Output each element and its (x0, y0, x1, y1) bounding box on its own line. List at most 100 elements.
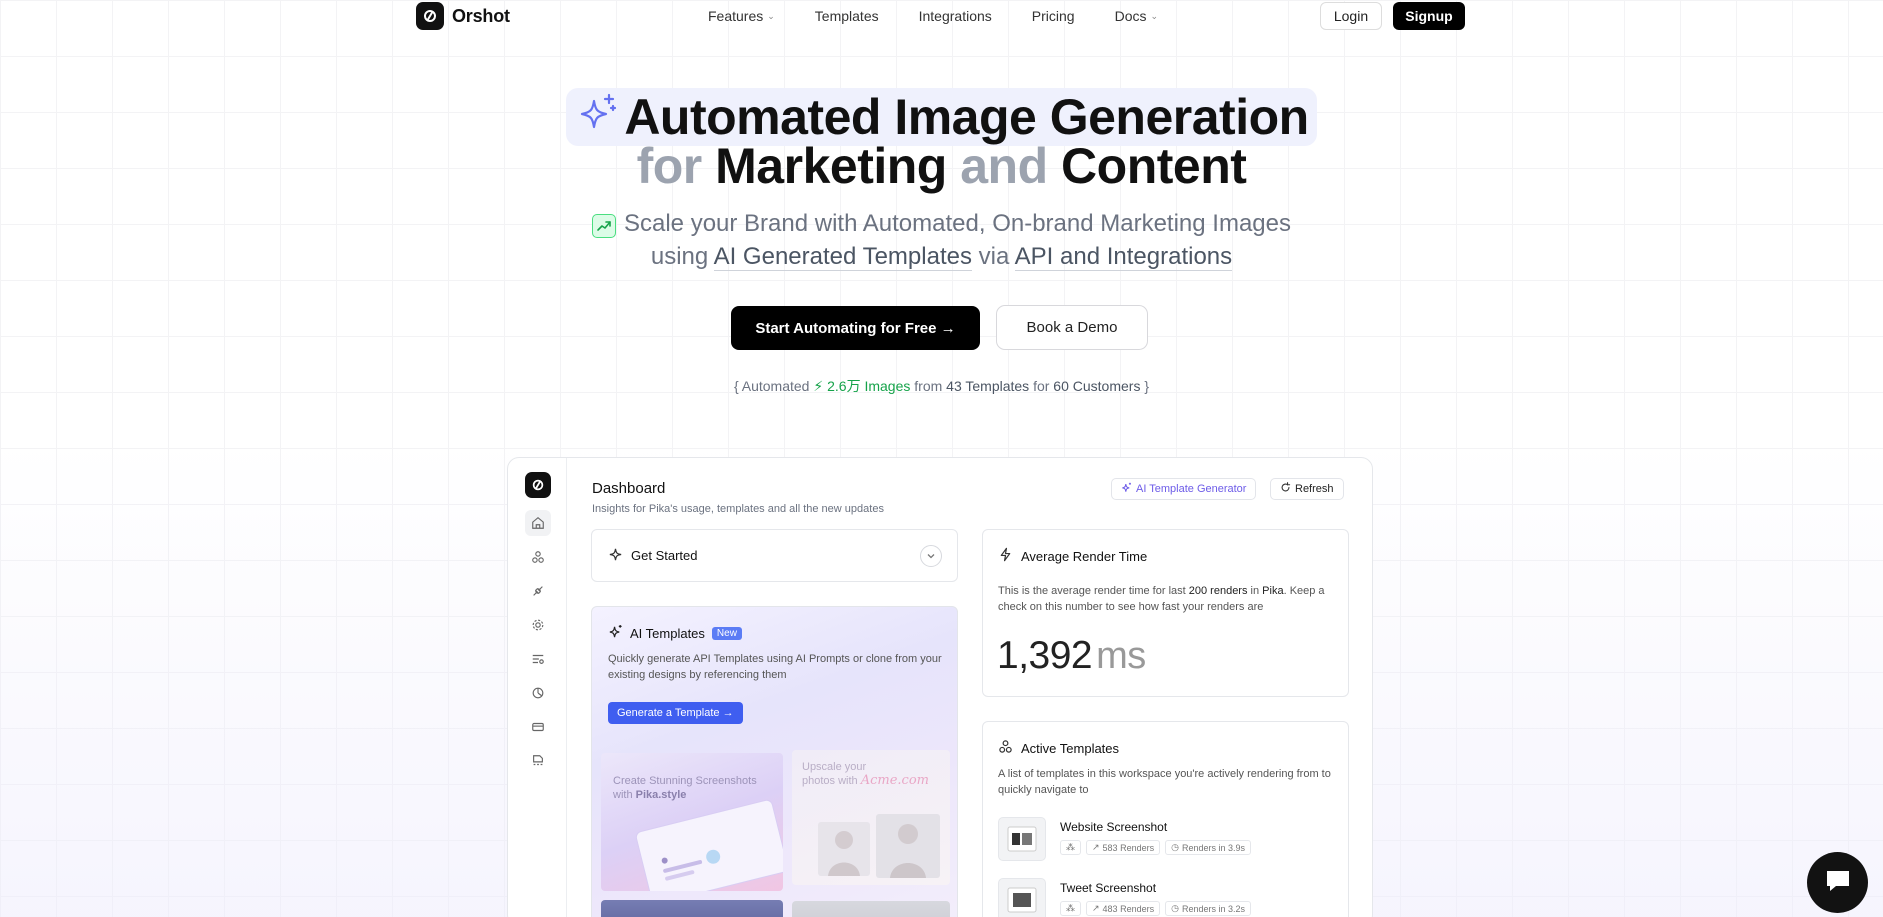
clock-icon: ◷ (1171, 903, 1179, 913)
active-templates-title: Active Templates (1021, 740, 1120, 756)
billing-card-icon[interactable] (525, 714, 551, 740)
render-time-unit: ms (1096, 635, 1146, 677)
signup-button[interactable]: Signup (1393, 2, 1465, 30)
template-thumbnail (998, 878, 1046, 917)
template-name: Tweet Screenshot (1060, 881, 1157, 895)
top-nav: Orshot Features ⌄ Templates Integrations… (0, 0, 1883, 34)
hero-word-and: and (960, 138, 1048, 194)
trending-up-icon: ↗ (1092, 842, 1100, 852)
nav-link-label: Features (708, 8, 764, 24)
speed-chip: ◷ Renders in 3.2s (1165, 901, 1251, 916)
sub-word-via: via (978, 243, 1010, 270)
nav-link-label: Pricing (1031, 8, 1075, 24)
chat-widget-button[interactable] (1807, 852, 1868, 913)
sparkles-icon (1121, 482, 1132, 496)
ai-templates-header: AI Templates New (608, 624, 742, 642)
nav-link-label: Integrations (918, 8, 992, 24)
template-list-item[interactable]: Tweet Screenshot ⁂ ↗ 483 Renders ◷ Renders… (998, 878, 1251, 917)
renders-chip: ↗ 483 Renders (1086, 901, 1161, 916)
sparkles-icon (576, 91, 620, 144)
portrait-photos-graphic (818, 814, 940, 878)
stats-for: for (1033, 378, 1050, 394)
analytics-icon[interactable] (525, 680, 551, 706)
render-count: 200 renders (1188, 585, 1248, 597)
render-desc-part: in (1250, 585, 1260, 597)
list-settings-icon[interactable] (525, 646, 551, 672)
template-type-chip: ⁂ (1060, 840, 1081, 855)
hero-subtitle-line2: using AI Generated Templates via API and… (0, 240, 1883, 273)
nav-link-features[interactable]: Features ⌄ (708, 8, 775, 24)
refresh-icon (1280, 482, 1291, 496)
template-info: Tweet Screenshot ⁂ ↗ 483 Renders ◷ Renders… (1060, 878, 1251, 917)
trending-up-icon (591, 214, 616, 238)
chevron-down-icon[interactable] (920, 545, 942, 567)
shapes-icon (998, 739, 1013, 757)
shapes-icon[interactable] (525, 544, 551, 570)
workspace-name: Pika (1262, 585, 1284, 597)
home-icon[interactable] (525, 510, 551, 536)
template-list-item[interactable]: Website Screenshot ⁂ ↗ 583 Renders ◷ Rende… (998, 817, 1251, 861)
lightning-icon: ⚡︎ (813, 378, 824, 394)
plug-icon[interactable] (525, 578, 551, 604)
stats-templates: 43 Templates (946, 378, 1030, 394)
render-time-description: This is the average render time for last… (998, 583, 1343, 615)
active-templates-card: Active Templates A list of templates in … (982, 721, 1349, 917)
generate-template-button[interactable]: Generate a Template → (608, 702, 743, 724)
refresh-button[interactable]: Refresh (1270, 478, 1344, 500)
hero-word-marketing: Marketing (715, 138, 947, 194)
template-name: Website Screenshot (1060, 820, 1168, 834)
average-render-time-card: Average Render Time This is the average … (982, 529, 1349, 697)
nav-links: Features ⌄ Templates Integrations Pricin… (708, 8, 1198, 24)
docs-icon[interactable] (525, 748, 551, 774)
sub-word-using: using (650, 243, 709, 270)
brand-logo[interactable]: Orshot (416, 2, 510, 30)
template-thumbnail-dark[interactable] (601, 900, 783, 917)
start-automating-button[interactable]: Start Automating for Free → (731, 306, 980, 350)
hero-word-for: for (636, 138, 703, 194)
nav-link-integrations[interactable]: Integrations (919, 8, 992, 24)
brand-name: Orshot (452, 5, 510, 26)
ai-template-generator-button[interactable]: AI Template Generator (1111, 478, 1257, 500)
render-speed: Renders in 3.9s (1181, 842, 1245, 853)
template-meta: ⁂ ↗ 583 Renders ◷ Renders in 3.9s (1060, 840, 1251, 855)
shapes-icon: ⁂ (1066, 842, 1075, 852)
render-time-header: Average Render Time (998, 547, 1147, 565)
hero-title-line2: for Marketing and Content (0, 140, 1883, 192)
get-started-label: Get Started (631, 548, 698, 563)
settings-icon[interactable] (525, 612, 551, 638)
stats-images: ⚡︎ 2.6万 Images (813, 378, 910, 394)
active-templates-description: A list of templates in this workspace yo… (998, 768, 1331, 796)
api-integrations-link[interactable]: API and Integrations (1014, 243, 1233, 271)
stats-open: { Automated (733, 378, 810, 394)
render-time-number: 1,392 (997, 634, 1093, 677)
ai-templates-card: AI Templates New Quickly generate API Te… (591, 606, 958, 917)
lightning-icon (998, 547, 1013, 565)
ai-templates-link[interactable]: AI Generated Templates (713, 243, 972, 271)
stats-images-count: 2.6万 Images (827, 378, 911, 394)
nav-link-docs[interactable]: Docs ⌄ (1115, 8, 1158, 24)
dashboard-subtitle: Insights for Pika's usage, templates and… (592, 503, 884, 515)
clock-icon: ◷ (1171, 842, 1179, 852)
renders-count: 483 Renders (1102, 903, 1155, 914)
dashboard-title: Dashboard (592, 480, 666, 497)
stats-from: from (914, 378, 943, 394)
login-button[interactable]: Login (1320, 2, 1382, 30)
orshot-logo-icon (416, 2, 444, 30)
get-started-accordion[interactable]: Get Started (591, 529, 958, 582)
book-demo-button[interactable]: Book a Demo (996, 305, 1148, 350)
render-desc-part: This is the average render time for last (998, 585, 1186, 597)
template-thumbnail-screenshots[interactable]: Create Stunning Screenshots with Pika.st… (601, 753, 783, 891)
trending-up-icon: ↗ (1092, 903, 1100, 913)
hero-subtitle-text: Scale your Brand with Automated, On-bran… (623, 210, 1291, 237)
nav-link-pricing[interactable]: Pricing (1032, 8, 1075, 24)
nav-link-label: Docs (1114, 8, 1147, 24)
orshot-logo-icon[interactable] (525, 472, 551, 498)
screenshot-mockup-graphic (635, 799, 783, 891)
template-thumbnail-grey[interactable] (792, 901, 950, 917)
nav-link-templates[interactable]: Templates (815, 8, 879, 24)
template-info: Website Screenshot ⁂ ↗ 583 Renders ◷ Rende… (1060, 817, 1251, 861)
hero-word-content: Content (1061, 138, 1247, 194)
stats-customers: 60 Customers (1053, 378, 1141, 394)
template-thumbnail-upscale[interactable]: Upscale your photos with Acme.com (792, 750, 950, 885)
template-type-chip: ⁂ (1060, 901, 1081, 916)
